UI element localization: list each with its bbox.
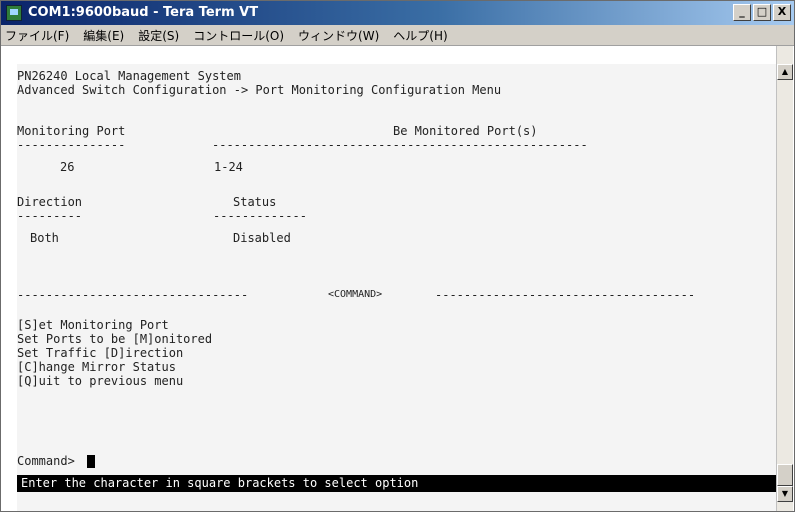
vertical-scrollbar[interactable]: ▲ ▼ xyxy=(776,46,793,511)
status-divider: ------------- xyxy=(213,209,307,223)
status-line: Enter the character in square brackets t… xyxy=(17,475,779,492)
option-change-mirror-status[interactable]: [C]hange Mirror Status xyxy=(17,360,176,374)
tera-term-icon[interactable] xyxy=(6,5,22,21)
title-bar[interactable]: COM1:9600baud - Tera Term VT _ □ X xyxy=(1,1,794,25)
text-cursor[interactable] xyxy=(87,455,95,468)
system-name: PN26240 Local Management System xyxy=(17,69,241,83)
command-divider-right: ------------------------------------ xyxy=(435,288,696,302)
window-title: COM1:9600baud - Tera Term VT xyxy=(28,5,259,20)
terminal-screen[interactable]: PN26240 Local Management System Advanced… xyxy=(17,64,779,511)
monitoring-port-value: 26 xyxy=(60,160,75,174)
option-set-monitored-ports[interactable]: Set Ports to be [M]onitored xyxy=(17,332,212,346)
menu-window[interactable]: ウィンドウ(W) xyxy=(298,27,379,44)
scroll-down-arrow-icon[interactable]: ▼ xyxy=(777,486,793,502)
status-value: Disabled xyxy=(233,231,291,245)
scroll-up-arrow-icon[interactable]: ▲ xyxy=(777,64,793,80)
command-prompt: Command> xyxy=(17,454,75,468)
menu-bar: ファイル(F) 編集(E) 設定(S) コントロール(O) ウィンドウ(W) ヘ… xyxy=(1,25,794,46)
status-header: Status xyxy=(233,195,277,209)
monitoring-port-header: Monitoring Port xyxy=(17,124,126,138)
status-message: Enter the character in square brackets t… xyxy=(21,476,419,490)
direction-header: Direction xyxy=(17,195,83,209)
menu-help[interactable]: ヘルプ(H) xyxy=(393,27,447,44)
command-label: <COMMAND> xyxy=(328,289,383,300)
monitored-ports-divider: ----------------------------------------… xyxy=(212,138,588,152)
monitoring-port-divider: --------------- xyxy=(17,138,126,152)
option-quit[interactable]: [Q]uit to previous menu xyxy=(17,374,183,388)
menu-file[interactable]: ファイル(F) xyxy=(5,27,69,44)
menu-control[interactable]: コントロール(O) xyxy=(193,27,284,44)
monitored-ports-header: Be Monitored Port(s) xyxy=(393,124,538,138)
menu-breadcrumb: Advanced Switch Configuration -> Port Mo… xyxy=(17,83,502,97)
window-controls: _ □ X xyxy=(731,4,791,21)
menu-setup[interactable]: 設定(S) xyxy=(138,27,179,44)
tera-term-window: COM1:9600baud - Tera Term VT _ □ X ファイル(… xyxy=(0,0,795,512)
direction-value: Both xyxy=(30,231,59,245)
scrollbar-thumb[interactable] xyxy=(777,464,793,486)
command-divider-left: -------------------------------- xyxy=(17,288,249,302)
maximize-button[interactable]: □ xyxy=(753,4,771,21)
direction-divider: --------- xyxy=(17,209,83,223)
minimize-button[interactable]: _ xyxy=(733,4,751,21)
monitored-ports-value: 1-24 xyxy=(214,160,243,174)
option-set-monitoring-port[interactable]: [S]et Monitoring Port xyxy=(17,318,169,332)
close-button[interactable]: X xyxy=(773,4,791,21)
menu-edit[interactable]: 編集(E) xyxy=(83,27,124,44)
option-set-traffic-direction[interactable]: Set Traffic [D]irection xyxy=(17,346,183,360)
